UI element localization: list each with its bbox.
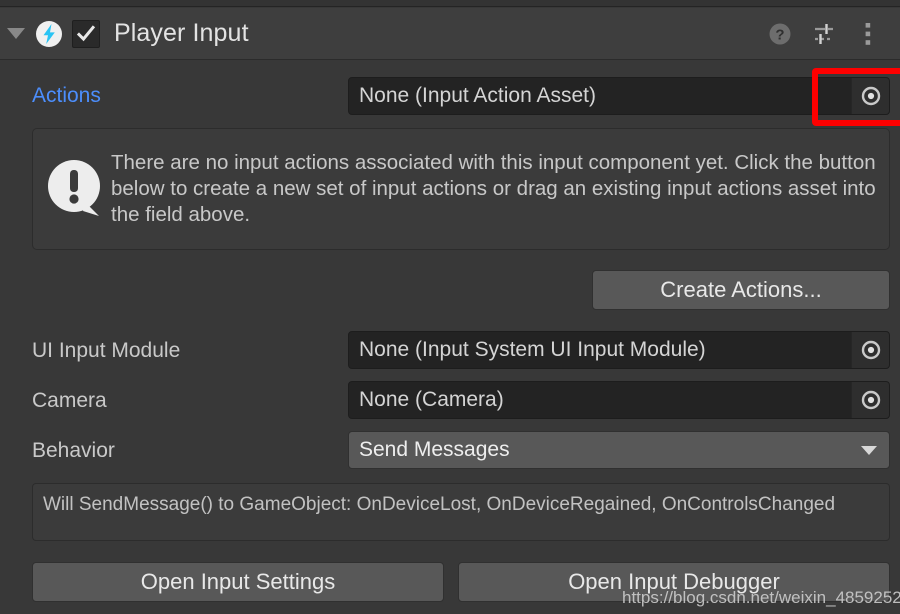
preset-sliders-icon[interactable] <box>810 20 838 48</box>
component-title: Player Input <box>114 19 249 47</box>
watermark: https://blog.csdn.net/weixin_48592526 <box>622 588 900 607</box>
camera-object-value: None (Camera) <box>359 388 504 411</box>
inspector-top-strip <box>0 0 900 7</box>
no-actions-help-box: There are no input actions associated wi… <box>32 128 890 250</box>
ui-input-module-object-field[interactable]: None (Input System UI Input Module) <box>348 331 890 369</box>
actions-object-picker[interactable] <box>851 78 889 114</box>
camera-object-field[interactable]: None (Camera) <box>348 381 890 419</box>
open-input-settings-button[interactable]: Open Input Settings <box>32 562 444 602</box>
actions-object-value: None (Input Action Asset) <box>359 84 596 107</box>
ui-input-module-label: UI Input Module <box>32 339 181 362</box>
behavior-dropdown-value: Send Messages <box>359 438 510 461</box>
behavior-message-box: Will SendMessage() to GameObject: OnDevi… <box>32 483 890 541</box>
exclamation-speech-bubble-icon <box>45 158 107 220</box>
header-actions: ? <box>766 20 900 48</box>
svg-text:?: ? <box>775 26 784 43</box>
chevron-down-icon <box>861 445 877 455</box>
no-actions-help-text: There are no input actions associated wi… <box>111 151 876 226</box>
foldout-toggle[interactable] <box>0 8 32 60</box>
ui-input-module-object-picker[interactable] <box>851 332 889 368</box>
create-actions-button[interactable]: Create Actions... <box>592 270 890 310</box>
lightning-bolt-icon <box>34 19 64 49</box>
component-header[interactable]: Player Input ? <box>0 8 900 60</box>
question-mark-circle-icon[interactable]: ? <box>766 20 794 48</box>
actions-object-field[interactable]: None (Input Action Asset) <box>348 77 890 115</box>
behavior-dropdown[interactable]: Send Messages <box>348 431 890 469</box>
component-enabled-checkbox[interactable] <box>72 19 100 48</box>
camera-label: Camera <box>32 389 107 412</box>
camera-object-picker[interactable] <box>851 382 889 418</box>
behavior-label: Behavior <box>32 439 115 462</box>
ui-input-module-object-value: None (Input System UI Input Module) <box>359 338 706 361</box>
unity-inspector-panel: Player Input ? Actions None (Input Actio… <box>0 0 900 614</box>
actions-label: Actions <box>32 84 101 107</box>
vertical-ellipsis-icon[interactable] <box>854 20 882 48</box>
triangle-down-icon <box>7 28 25 39</box>
